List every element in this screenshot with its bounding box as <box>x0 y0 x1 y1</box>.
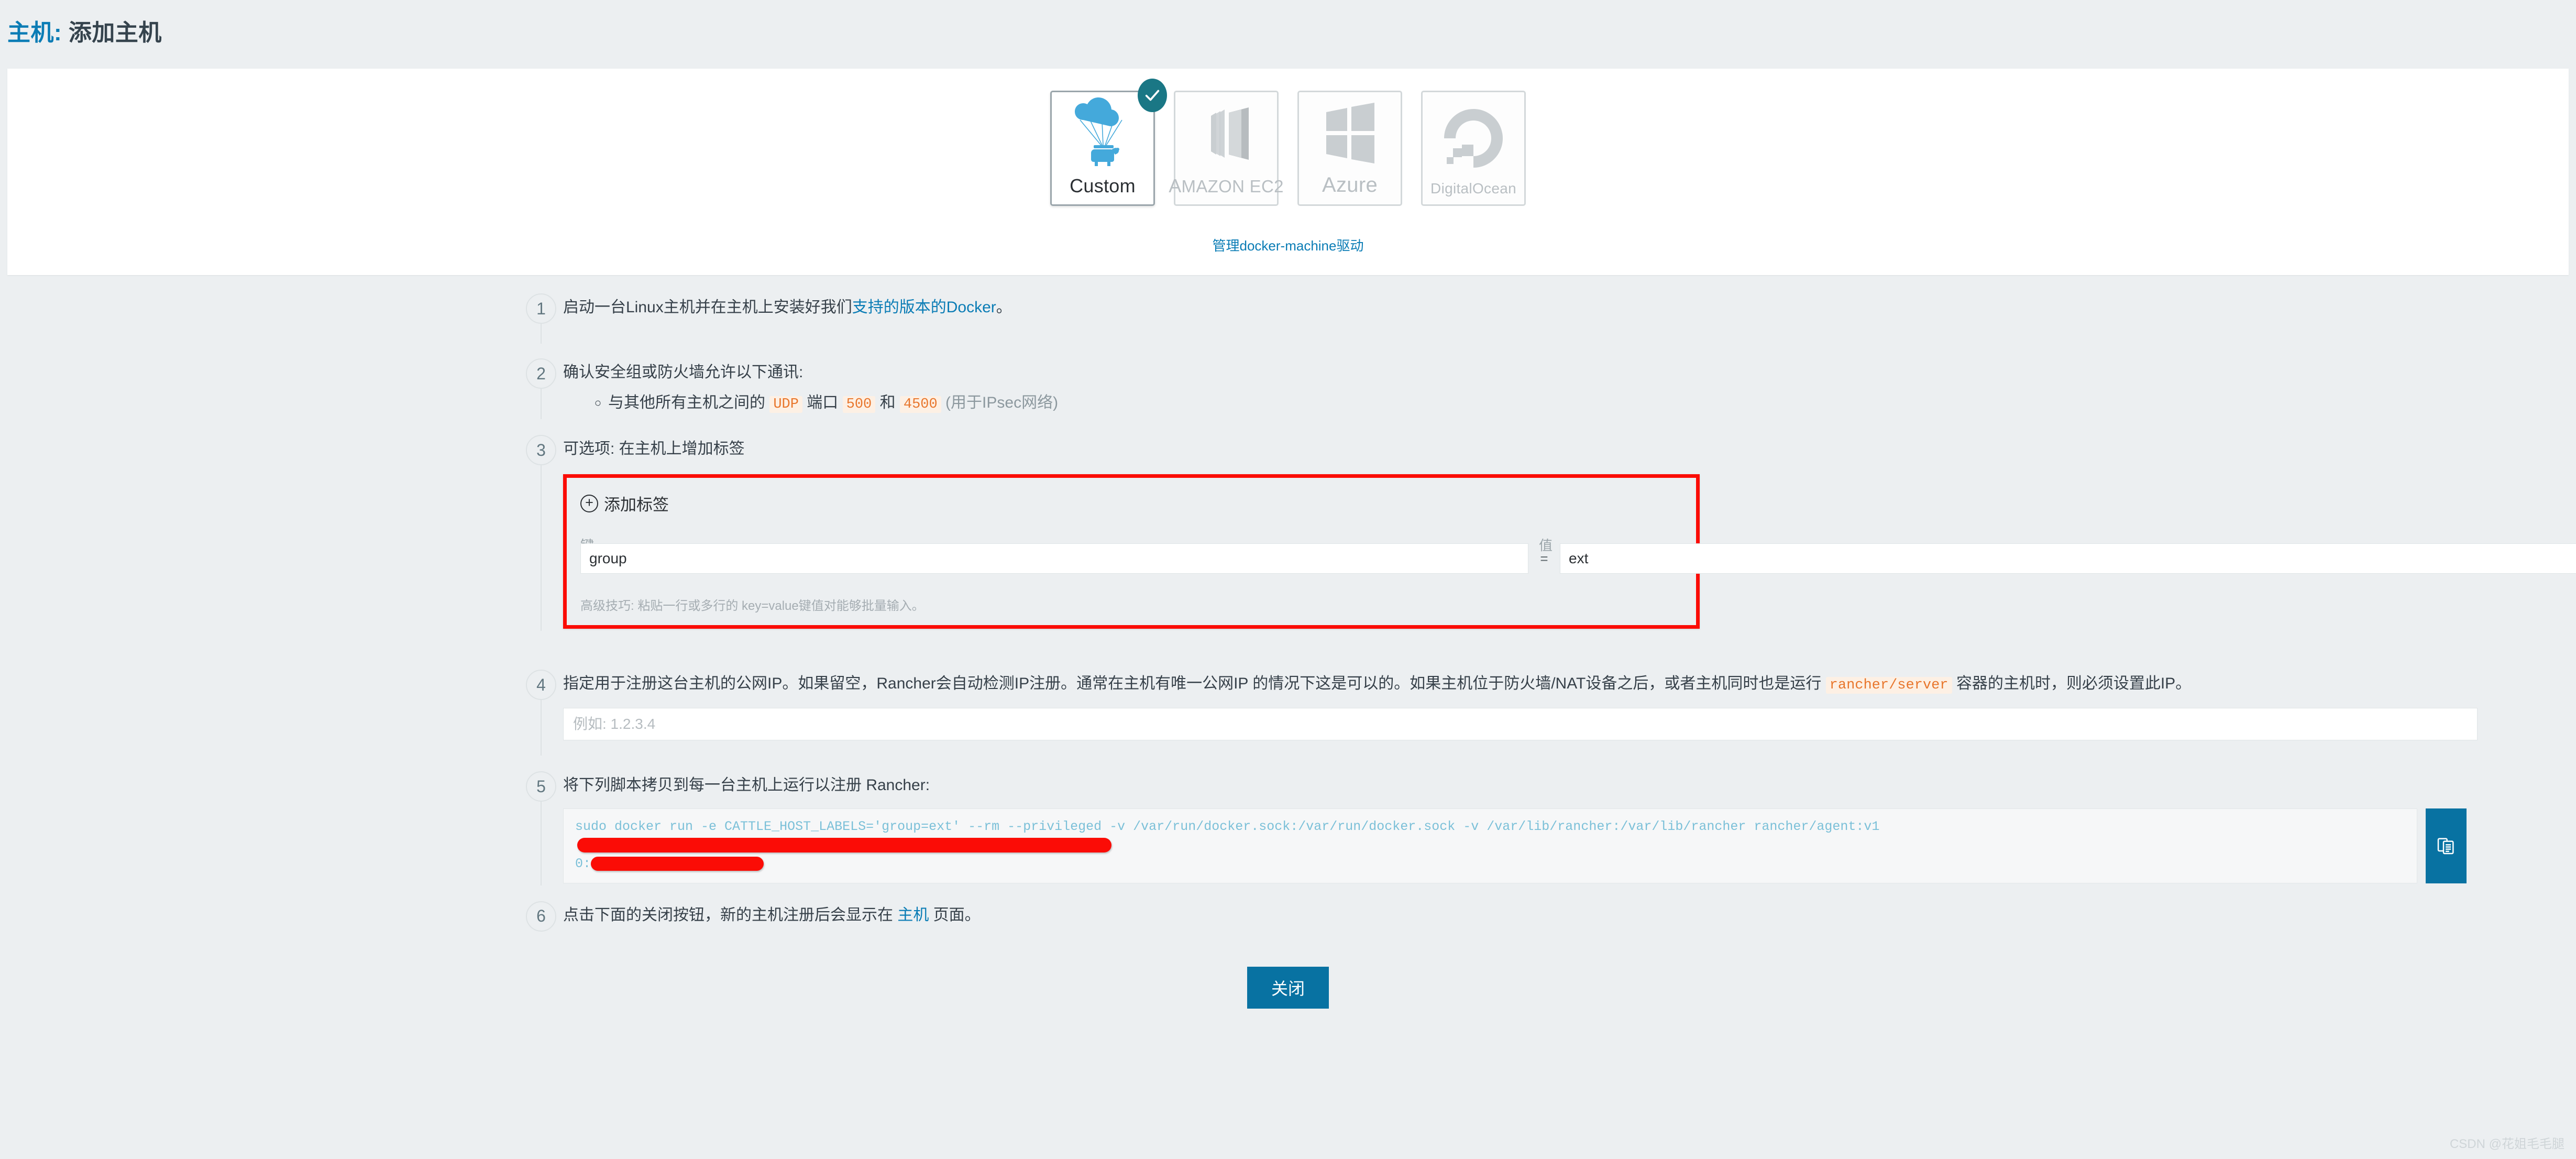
redaction-bar-2 <box>591 856 764 871</box>
hosts-page-link[interactable]: 主机 <box>897 906 929 924</box>
step-3: 3 可选项: 在主机上增加标签 + 添加标签 键 值 高级技巧: 粘贴一行或多行… <box>0 435 2576 631</box>
copy-script-button[interactable] <box>2426 808 2467 883</box>
plus-circle-icon: + <box>580 494 598 512</box>
step-4-number: 4 <box>526 670 556 700</box>
registration-script-row: sudo docker run -e CATTLE_HOST_LABELS='g… <box>563 808 2576 883</box>
equals-sign: = <box>1540 550 1548 566</box>
azure-windows-icon <box>1299 92 1401 173</box>
registration-script-line2-prefix: 0: <box>575 856 591 871</box>
driver-tile-amazon-ec2[interactable]: AMAZON EC2 <box>1169 91 1283 206</box>
driver-selection-panel: Custom AMAZON EC2 Azure DigitalOcean 管理d… <box>7 69 2569 275</box>
driver-tile-list: Custom AMAZON EC2 Azure DigitalOcean <box>7 79 2569 206</box>
step-connector-line <box>541 388 542 419</box>
step-2-title: 确认安全组或防火墙允许以下通讯: <box>563 364 803 381</box>
labels-hint-text: 高级技巧: 粘贴一行或多行的 key=value键值对能够批量输入。 <box>580 599 924 613</box>
step-connector-line <box>541 801 542 885</box>
step-6: 6 点击下面的关闭按钮，新的主机注册后会显示在 主机 页面。 <box>0 901 2576 938</box>
code-udp: UDP <box>769 396 802 413</box>
step-4-text: 指定用于注册这台主机的公网IP。如果留空，Rancher会自动检测IP注册。通常… <box>563 672 2576 696</box>
driver-tile-label-custom: Custom <box>1070 175 1136 196</box>
add-label-button-text: 添加标签 <box>604 496 669 514</box>
step-6-text: 点击下面的关闭按钮，新的主机注册后会显示在 主机 页面。 <box>563 903 2576 927</box>
step-3-number: 3 <box>526 435 556 465</box>
step-2-bullet-ipsec: 与其他所有主机之间的 UDP 端口 500 和 4500 (用于IPsec网络) <box>608 390 2576 416</box>
cloud-parachute-cow-icon <box>1052 92 1153 175</box>
step-1-text-a: 启动一台Linux主机并在主机上安装好我们 <box>563 299 852 316</box>
step-1: 1 启动一台Linux主机并在主机上安装好我们支持的版本的Docker。 <box>0 293 2576 344</box>
step-6-number: 6 <box>526 901 556 932</box>
driver-tile-custom[interactable]: Custom <box>1050 79 1167 206</box>
step-2: 2 确认安全组或防火墙允许以下通讯: 与其他所有主机之间的 UDP 端口 500… <box>0 358 2576 419</box>
public-ip-input[interactable] <box>563 707 2478 740</box>
page-title: 主机: 添加主机 <box>7 14 162 47</box>
driver-tile-label-digitalocean: DigitalOcean <box>1430 180 1516 196</box>
aws-ec2-icon <box>1175 92 1277 175</box>
page-title-prefix: 主机: <box>7 20 62 46</box>
step-connector-line <box>541 699 542 756</box>
step-6-text-b: 页面。 <box>929 906 981 924</box>
close-button-row: 关闭 <box>0 967 2576 1009</box>
step-3-title: 可选项: 在主机上增加标签 <box>563 440 745 457</box>
driver-tile-digitalocean[interactable]: DigitalOcean <box>1421 91 1526 206</box>
step-5-number: 5 <box>526 771 556 802</box>
code-port-4500: 4500 <box>899 396 941 413</box>
manage-docker-machine-drivers-link[interactable]: 管理docker-machine驱动 <box>7 235 2569 255</box>
step-2-number: 2 <box>526 358 556 389</box>
add-host-page: 主机: 添加主机 Custom AMAZON EC2 Azure Digital… <box>0 0 2576 1159</box>
step-2-bullets: 与其他所有主机之间的 UDP 端口 500 和 4500 (用于IPsec网络) <box>563 390 2576 416</box>
step-4-text-a: 指定用于注册这台主机的公网IP。如果留空，Rancher会自动检测IP注册。通常… <box>563 675 1826 692</box>
code-port-500: 500 <box>842 396 876 413</box>
driver-tile-label-azure: Azure <box>1322 173 1378 196</box>
step-connector-line <box>541 464 542 631</box>
step-5: 5 将下列脚本拷贝到每一台主机上运行以注册 Rancher: sudo dock… <box>0 771 2576 885</box>
step-1-text: 启动一台Linux主机并在主机上安装好我们支持的版本的Docker。 <box>563 296 2576 319</box>
driver-tile-azure[interactable]: Azure <box>1297 91 1402 206</box>
step-1-number: 1 <box>526 293 556 324</box>
step-2-bullet-a: 与其他所有主机之间的 <box>608 394 770 411</box>
step-6-text-a: 点击下面的关闭按钮，新的主机注册后会显示在 <box>563 906 898 924</box>
redaction-bar-1 <box>577 837 1111 852</box>
step-2-bullet-d: (用于IPsec网络) <box>941 394 1059 411</box>
page-title-rest: 添加主机 <box>62 20 162 46</box>
registration-script-box[interactable]: sudo docker run -e CATTLE_HOST_LABELS='g… <box>563 808 2417 883</box>
code-rancher-server: rancher/server <box>1825 677 1952 694</box>
close-button[interactable]: 关闭 <box>1247 967 1329 1009</box>
steps-list: 1 启动一台Linux主机并在主机上安装好我们支持的版本的Docker。 2 确… <box>0 293 2576 938</box>
label-key-input[interactable] <box>580 543 1528 574</box>
step-4-text-b: 容器的主机时，则必须设置此IP。 <box>1952 675 2192 692</box>
supported-docker-versions-link[interactable]: 支持的版本的Docker <box>852 299 996 316</box>
step-5-title: 将下列脚本拷贝到每一台主机上运行以注册 Rancher: <box>563 777 930 794</box>
step-2-bullet-c: 和 <box>875 394 900 411</box>
watermark: CSDN @花姐毛毛腿 <box>2449 1137 2564 1151</box>
step-2-bullet-b: 端口 <box>802 394 843 411</box>
step-connector-line <box>541 323 542 344</box>
check-icon <box>1145 90 1160 101</box>
label-row: = <box>580 543 2576 574</box>
label-value-input[interactable] <box>1560 543 2576 574</box>
digitalocean-icon <box>1423 92 1524 180</box>
host-labels-box: + 添加标签 键 值 高级技巧: 粘贴一行或多行的 key=value键值对能够… <box>563 474 2576 629</box>
selected-check-badge <box>1138 79 1167 112</box>
step-4: 4 指定用于注册这台主机的公网IP。如果留空，Rancher会自动检测IP注册。… <box>0 670 2576 756</box>
clipboard-copy-icon <box>2437 838 2454 855</box>
step-1-text-b: 。 <box>996 299 1012 316</box>
add-label-button[interactable]: + 添加标签 <box>580 491 669 515</box>
driver-tile-label-amazon-ec2: AMAZON EC2 <box>1169 175 1284 196</box>
registration-script-line1: sudo docker run -e CATTLE_HOST_LABELS='g… <box>575 819 1880 834</box>
